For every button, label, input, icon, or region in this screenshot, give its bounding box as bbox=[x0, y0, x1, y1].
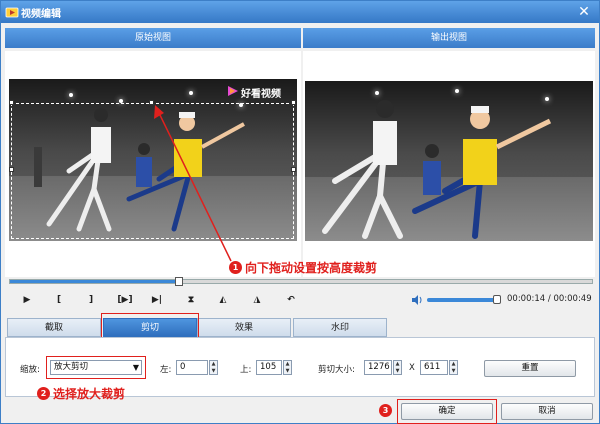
timeline-progress-fill bbox=[10, 280, 179, 283]
prev-frame-button[interactable]: ▶| bbox=[149, 293, 165, 307]
crop-handle-top-left[interactable] bbox=[9, 100, 14, 105]
annotation-arrow bbox=[154, 105, 232, 262]
zoom-label: 缩放: bbox=[20, 365, 40, 375]
tab-2[interactable]: 效果 bbox=[197, 318, 291, 337]
crop-handle-top-right[interactable] bbox=[291, 100, 296, 105]
timeline-seekbar[interactable] bbox=[9, 277, 593, 286]
left-offset-stepper[interactable]: ▲ ▼ bbox=[209, 360, 218, 375]
left-label: 左: bbox=[160, 365, 172, 375]
volume-icon[interactable] bbox=[411, 294, 423, 306]
close-icon[interactable]: ✕ bbox=[575, 3, 593, 21]
mark-out-button[interactable]: ] bbox=[83, 293, 99, 307]
crop-handle-left[interactable] bbox=[9, 167, 14, 172]
title-bar: 视频编辑 ✕ bbox=[1, 1, 599, 23]
window-title: 视频编辑 bbox=[21, 9, 61, 20]
video-edit-window: 视频编辑 ✕ 原始视图 输出视图 好看视频 1 向下拖动设置按高度裁剪 ▶ [… bbox=[0, 0, 600, 424]
dance-studio-scene-output bbox=[305, 81, 593, 241]
split-button[interactable]: ⧗ bbox=[183, 293, 199, 307]
volume-knob[interactable] bbox=[493, 295, 502, 304]
rotate-left-button[interactable]: ◭ bbox=[215, 293, 231, 307]
output-view-header: 输出视图 bbox=[303, 28, 595, 48]
crop-height-input[interactable]: 611 bbox=[420, 360, 448, 375]
timeline-playhead[interactable] bbox=[174, 277, 183, 286]
crop-width-input[interactable]: 1276 bbox=[364, 360, 392, 375]
top-offset-input[interactable]: 105 bbox=[256, 360, 282, 375]
play-button[interactable]: ▶ bbox=[19, 293, 35, 307]
original-view-header: 原始视图 bbox=[5, 28, 301, 48]
step-3-badge: 3 bbox=[379, 404, 392, 417]
tab-0[interactable]: 截取 bbox=[7, 318, 101, 337]
play-selection-button[interactable]: [▶] bbox=[117, 293, 133, 307]
watermark-logo-icon bbox=[228, 86, 238, 96]
time-display: 00:00:14 / 00:00:49 bbox=[507, 294, 592, 304]
watermark-text: 好看视频 bbox=[241, 89, 281, 100]
tab-highlight-box bbox=[101, 313, 199, 340]
dancers-image-output bbox=[322, 100, 552, 239]
video-edit-icon bbox=[5, 7, 19, 18]
output-video-frame bbox=[305, 81, 593, 241]
crop-handle-right[interactable] bbox=[291, 167, 296, 172]
top-offset-stepper[interactable]: ▲ ▼ bbox=[283, 360, 292, 375]
ok-highlight-box bbox=[397, 399, 497, 424]
tab-3[interactable]: 水印 bbox=[293, 318, 387, 337]
crop-width-stepper[interactable]: ▲ ▼ bbox=[393, 360, 402, 375]
top-label: 上: bbox=[240, 365, 252, 375]
step-1-badge: 1 bbox=[229, 261, 242, 274]
left-offset-input[interactable]: 0 bbox=[176, 360, 208, 375]
output-view-pane bbox=[303, 51, 595, 277]
reset-button[interactable]: 重置 bbox=[484, 360, 576, 377]
cancel-button[interactable]: 取消 bbox=[501, 403, 593, 420]
undo-button[interactable]: ↶ bbox=[283, 293, 299, 307]
step-2-badge: 2 bbox=[37, 387, 50, 400]
zoom-highlight-box bbox=[46, 356, 146, 379]
crop-height-stepper[interactable]: ▲ ▼ bbox=[449, 360, 458, 375]
mark-in-button[interactable]: [ bbox=[51, 293, 67, 307]
rotate-right-button[interactable]: ◮ bbox=[249, 293, 265, 307]
step-2-annotation: 选择放大裁剪 bbox=[53, 387, 126, 401]
crop-size-label: 剪切大小: bbox=[318, 365, 355, 375]
volume-slider[interactable] bbox=[427, 298, 498, 302]
times-label: X bbox=[409, 363, 415, 373]
step-1-annotation: 向下拖动设置按高度裁剪 bbox=[245, 261, 378, 275]
